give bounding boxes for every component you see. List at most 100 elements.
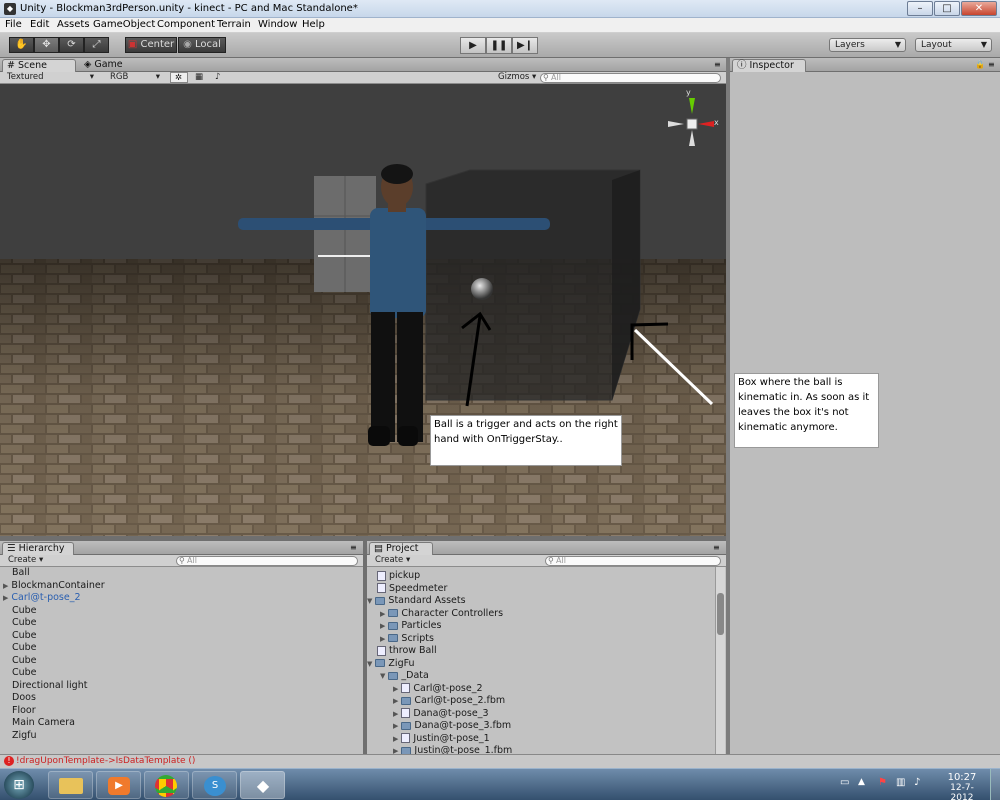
color-mode-dropdown[interactable]: RGB ▾ bbox=[106, 72, 164, 83]
list-item[interactable]: Cube bbox=[12, 667, 37, 679]
scene-viewport[interactable]: y x bbox=[0, 84, 726, 536]
close-button[interactable]: ✕ bbox=[961, 1, 997, 16]
tab-project[interactable]: ▤ Project bbox=[369, 542, 433, 555]
expand-arrow-icon[interactable]: ▶ bbox=[393, 697, 398, 705]
lighting-toggle-icon[interactable]: ✲ bbox=[170, 72, 188, 83]
list-item[interactable]: ▶ Dana@t-pose_3.fbm bbox=[393, 720, 511, 732]
list-item[interactable]: Main Camera bbox=[12, 717, 75, 729]
tab-game[interactable]: ◈ Game bbox=[80, 59, 140, 72]
gizmos-dropdown[interactable]: Gizmos ▾ bbox=[494, 72, 536, 83]
collapse-arrow-icon[interactable]: ▼ bbox=[380, 672, 385, 680]
tray-flag-icon[interactable]: ⚑ bbox=[878, 777, 887, 788]
lock-icon[interactable]: 🔒 bbox=[975, 60, 985, 69]
tab-inspector[interactable]: ⓘ Inspector bbox=[732, 59, 806, 72]
menu-edit[interactable]: Edit bbox=[30, 19, 49, 30]
audio-toggle-icon[interactable]: ♪ bbox=[211, 72, 229, 83]
expand-arrow-icon[interactable]: ▶ bbox=[393, 722, 398, 730]
tray-keyboard-icon[interactable]: ▭ bbox=[840, 777, 849, 788]
list-item[interactable]: Cube bbox=[12, 655, 37, 667]
expand-arrow-icon[interactable]: ▶ bbox=[380, 610, 385, 618]
expand-arrow-icon[interactable]: ▶ bbox=[393, 735, 398, 743]
play-button[interactable]: ▶ bbox=[460, 37, 486, 54]
list-item[interactable]: throw Ball bbox=[377, 645, 437, 657]
menu-component[interactable]: Component bbox=[157, 19, 215, 30]
scene-image-toggle-icon[interactable]: ▦ bbox=[191, 72, 209, 83]
list-item[interactable]: Ball bbox=[12, 567, 30, 579]
step-button[interactable]: ▶❙ bbox=[512, 37, 538, 54]
move-tool-icon[interactable]: ✥ bbox=[34, 37, 59, 53]
list-item[interactable]: Floor bbox=[12, 705, 36, 717]
list-item[interactable]: ▶ Character Controllers bbox=[380, 608, 503, 620]
menu-help[interactable]: Help bbox=[302, 19, 325, 30]
expand-arrow-icon[interactable]: ▶ bbox=[393, 685, 398, 693]
start-button-icon[interactable]: ⊞ bbox=[4, 771, 34, 799]
layout-dropdown[interactable]: Layout ▼ bbox=[915, 38, 992, 52]
list-item[interactable]: ▼ Standard Assets bbox=[367, 595, 466, 607]
expand-arrow-icon[interactable]: ▶ bbox=[393, 710, 398, 718]
list-item[interactable]: ▶ Justin@t-pose_1.fbm bbox=[393, 745, 512, 754]
hierarchy-create-dropdown[interactable]: Create ▾ bbox=[4, 555, 44, 566]
list-item[interactable]: ▶ BlockmanContainer bbox=[3, 580, 105, 592]
tab-scene[interactable]: # Scene bbox=[2, 59, 76, 72]
menu-gameobject[interactable]: GameObject bbox=[93, 19, 155, 30]
pivot-center-button[interactable]: ▣ Center bbox=[125, 37, 177, 53]
list-item[interactable]: Cube bbox=[12, 617, 37, 629]
list-item[interactable]: ▶ Carl@t-pose_2 bbox=[3, 592, 81, 604]
taskbar-unity-icon[interactable]: ◆ bbox=[240, 771, 285, 799]
list-item[interactable]: Zigfu bbox=[12, 730, 37, 742]
maximize-button[interactable]: □ bbox=[934, 1, 960, 16]
collapse-arrow-icon[interactable]: ▼ bbox=[367, 660, 372, 668]
list-item[interactable]: Cube bbox=[12, 630, 37, 642]
tray-clock[interactable]: 10:27 12-7-2012 bbox=[940, 772, 984, 800]
taskbar-media-player-icon[interactable]: ▶ bbox=[96, 771, 141, 799]
list-item[interactable]: ▼ ZigFu bbox=[367, 658, 415, 670]
list-item[interactable]: Doos bbox=[12, 692, 36, 704]
list-item[interactable]: ▶ Carl@t-pose_2 bbox=[393, 683, 483, 695]
panel-menu-icon[interactable]: ≡ bbox=[713, 543, 720, 552]
list-item[interactable]: ▶ Scripts bbox=[380, 633, 434, 645]
list-item[interactable]: Speedmeter bbox=[377, 583, 447, 595]
menu-terrain[interactable]: Terrain bbox=[217, 19, 251, 30]
menu-window[interactable]: Window bbox=[258, 19, 297, 30]
list-item[interactable]: ▶ Justin@t-pose_1 bbox=[393, 733, 490, 745]
list-item[interactable]: pickup bbox=[377, 570, 420, 582]
expand-arrow-icon[interactable]: ▶ bbox=[380, 622, 385, 630]
taskbar-chrome-icon[interactable] bbox=[144, 771, 189, 799]
expand-arrow-icon[interactable]: ▶ bbox=[393, 747, 398, 754]
tab-hierarchy[interactable]: ☰ Hierarchy bbox=[2, 542, 74, 555]
taskbar-skype-icon[interactable]: S bbox=[192, 771, 237, 799]
list-item[interactable]: Cube bbox=[12, 642, 37, 654]
tray-network-icon[interactable]: ▥ bbox=[896, 777, 905, 788]
render-mode-dropdown[interactable]: Textured ▾ bbox=[3, 72, 98, 83]
expand-arrow-icon[interactable]: ▶ bbox=[3, 594, 8, 602]
scale-tool-icon[interactable]: ⤢ bbox=[84, 37, 109, 53]
pause-button[interactable]: ❚❚ bbox=[486, 37, 512, 54]
rotate-tool-icon[interactable]: ⟳ bbox=[59, 37, 84, 53]
menu-assets[interactable]: Assets bbox=[57, 19, 90, 30]
panel-menu-icon[interactable]: ≡ bbox=[988, 60, 995, 69]
panel-menu-icon[interactable]: ≡ bbox=[350, 543, 357, 552]
collapse-arrow-icon[interactable]: ▼ bbox=[367, 597, 372, 605]
list-item[interactable]: ▶ Particles bbox=[380, 620, 441, 632]
list-item[interactable]: ▶ Carl@t-pose_2.fbm bbox=[393, 695, 505, 707]
project-search-input[interactable]: ⚲ All bbox=[545, 556, 721, 566]
scrollbar-thumb[interactable] bbox=[717, 593, 724, 635]
layers-dropdown[interactable]: Layers ▼ bbox=[829, 38, 906, 52]
list-item[interactable]: Cube bbox=[12, 605, 37, 617]
list-item[interactable]: Directional light bbox=[12, 680, 87, 692]
project-scrollbar[interactable] bbox=[715, 567, 725, 754]
tray-expand-icon[interactable]: ▲ bbox=[858, 777, 865, 787]
list-item[interactable]: ▶ Dana@t-pose_3 bbox=[393, 708, 489, 720]
scene-search-input[interactable]: ⚲ All bbox=[540, 73, 721, 83]
project-create-dropdown[interactable]: Create ▾ bbox=[371, 555, 411, 566]
taskbar-explorer-icon[interactable] bbox=[48, 771, 93, 799]
pivot-local-button[interactable]: ◉ Local bbox=[178, 37, 226, 53]
show-desktop-button[interactable] bbox=[990, 769, 1000, 800]
minimize-button[interactable]: – bbox=[907, 1, 933, 16]
panel-menu-icon[interactable]: ≡ bbox=[714, 60, 721, 69]
expand-arrow-icon[interactable]: ▶ bbox=[380, 635, 385, 643]
orientation-gizmo[interactable]: y x bbox=[664, 88, 720, 150]
menu-file[interactable]: File bbox=[5, 19, 22, 30]
expand-arrow-icon[interactable]: ▶ bbox=[3, 582, 8, 590]
hand-tool-icon[interactable]: ✋ bbox=[9, 37, 34, 53]
